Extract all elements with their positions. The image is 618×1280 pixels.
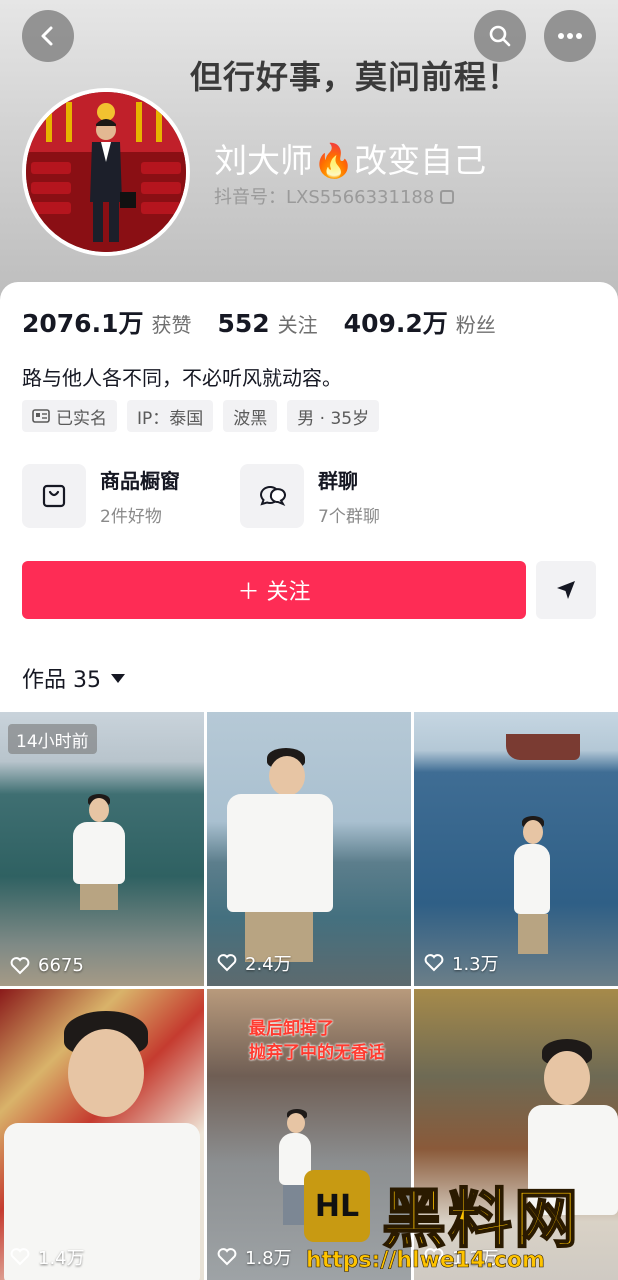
stat-following[interactable]: 552 关注	[217, 309, 317, 338]
like-count-text: 1.8万	[245, 1248, 292, 1269]
profile-card: 2076.1万 获赞 552 关注 409.2万 粉丝 路与他人各不同，不必听风…	[0, 282, 618, 712]
stat-likes-count: 2076.1万	[22, 309, 144, 338]
send-message-button[interactable]	[536, 561, 596, 619]
id-card-icon	[32, 409, 50, 423]
tag-verified: 已实名	[22, 400, 117, 432]
profile-nickname: 刘大师🔥改变自己	[214, 141, 487, 180]
shop-icon-box	[22, 464, 86, 528]
stat-followers-count: 409.2万	[343, 309, 448, 338]
avatar-image	[26, 92, 186, 252]
video-tile[interactable]: 2.4万	[207, 712, 411, 986]
heart-icon	[217, 954, 237, 972]
like-count-text: 1.4万	[38, 1248, 85, 1269]
tag-gender-age: 男 · 35岁	[287, 400, 380, 432]
works-tab-label: 作品 35	[22, 668, 101, 693]
heart-icon	[10, 956, 30, 974]
tag-location[interactable]: 波黑	[223, 400, 278, 432]
like-count-text: 1.3万	[452, 954, 499, 975]
douyin-id[interactable]: 抖音号：LXS5566331188	[214, 183, 455, 209]
caret-down-icon	[111, 673, 125, 683]
follow-button[interactable]: ＋ 关注	[22, 561, 526, 619]
profile-tags: 已实名 IP：泰国 波黑 男 · 35岁	[22, 400, 389, 432]
douyin-id-text: 抖音号：LXS5566331188	[214, 187, 435, 208]
stat-following-label: 关注	[277, 313, 318, 337]
stat-followers-label: 粉丝	[455, 313, 496, 337]
stat-followers[interactable]: 409.2万 粉丝	[344, 304, 496, 340]
more-button[interactable]	[544, 10, 596, 62]
profile-header: 但行好事，莫问前程！ 刘大师🔥改变自己 抖音号：LXS5566331188	[0, 0, 618, 300]
like-count: 1.3万	[424, 950, 499, 976]
time-badge: 14小时前	[8, 724, 97, 754]
like-count: 1.4万	[10, 1244, 85, 1270]
like-count: 6675	[10, 955, 84, 976]
group-chat-entry[interactable]: 群聊 7个群聊	[240, 464, 380, 528]
video-tile[interactable]: 1.4万	[0, 989, 204, 1280]
heart-icon	[217, 1248, 237, 1266]
search-icon	[489, 25, 511, 47]
like-count: 1.8万	[217, 1244, 292, 1270]
heart-icon	[424, 954, 444, 972]
shopping-bag-icon	[42, 484, 66, 508]
watermark-url: https://hlwe14.com	[306, 1248, 546, 1274]
stat-likes[interactable]: 2076.1万 获赞	[22, 304, 191, 340]
profile-motto: 但行好事，莫问前程！	[190, 58, 521, 96]
like-count-text: 2.4万	[245, 954, 292, 975]
watermark: HL 黑料网 https://hlwe14.com	[300, 1170, 618, 1280]
shop-window-title: 商品橱窗	[100, 469, 180, 493]
watermark-title: 黑料网	[381, 1182, 580, 1258]
group-icon-box	[240, 464, 304, 528]
like-count: 2.4万	[217, 950, 292, 976]
copy-icon[interactable]	[440, 190, 455, 204]
stats-row: 2076.1万 获赞 552 关注 409.2万 粉丝	[22, 304, 522, 340]
shop-window-entry[interactable]: 商品橱窗 2件好物	[22, 464, 180, 528]
stat-likes-label: 获赞	[151, 313, 192, 337]
stat-following-count: 552	[217, 309, 270, 338]
more-dots-icon	[558, 33, 582, 39]
send-arrow-icon	[557, 581, 575, 599]
chat-bubbles-icon	[259, 485, 286, 506]
avatar[interactable]	[22, 88, 190, 256]
shop-window-subtitle: 2件好物	[100, 507, 162, 527]
tag-ip: IP：泰国	[127, 400, 214, 432]
back-button[interactable]	[22, 10, 74, 62]
watermark-logo: HL	[304, 1170, 370, 1242]
group-chat-subtitle: 7个群聊	[318, 507, 380, 527]
like-count-text: 6675	[38, 955, 84, 976]
heart-icon	[10, 1248, 30, 1266]
back-arrow-icon	[41, 26, 53, 46]
video-tile[interactable]: 14小时前 6675	[0, 712, 204, 986]
group-chat-title: 群聊	[318, 469, 358, 493]
ship-shape	[506, 734, 580, 760]
tag-verified-label: 已实名	[56, 408, 107, 429]
video-caption-text: 最后卸掉了 抛弃了中的无香话	[249, 1019, 385, 1063]
video-tile[interactable]: 1.3万	[414, 712, 618, 986]
video-caption: 最后卸掉了 抛弃了中的无香话	[249, 1017, 385, 1065]
profile-bio: 路与他人各不同，不必听风就动容。	[22, 366, 342, 390]
works-tab[interactable]: 作品 35	[22, 662, 125, 694]
